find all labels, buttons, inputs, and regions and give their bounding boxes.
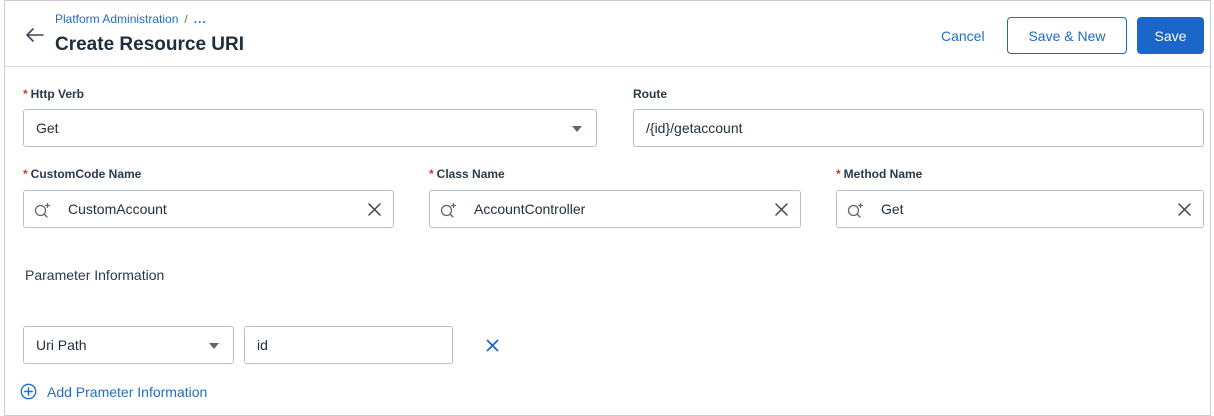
method-name-label-text: Method Name (843, 167, 923, 181)
required-marker: * (23, 87, 28, 101)
http-verb-label: * Http Verb (23, 87, 84, 101)
clear-icon[interactable] (368, 203, 381, 216)
class-name-label-text: Class Name (436, 167, 505, 181)
required-marker: * (429, 167, 434, 181)
cancel-button[interactable]: Cancel (941, 28, 985, 44)
method-name-label: * Method Name (836, 167, 922, 181)
save-and-new-button[interactable]: Save & New (1007, 17, 1127, 54)
save-button[interactable]: Save (1137, 17, 1204, 54)
route-label: Route (633, 87, 667, 101)
clear-icon[interactable] (1178, 203, 1191, 216)
customcode-name-label: * CustomCode Name (23, 167, 141, 181)
parameter-name-value: id (257, 337, 268, 353)
http-verb-value: Get (36, 120, 59, 136)
required-marker: * (23, 167, 28, 181)
clear-icon[interactable] (775, 203, 788, 216)
parameter-type-select[interactable]: Uri Path (23, 326, 234, 364)
parameter-type-value: Uri Path (36, 337, 87, 353)
page-header: Platform Administration / ... Create Res… (5, 1, 1210, 67)
create-resource-uri-panel: Platform Administration / ... Create Res… (4, 0, 1211, 416)
page-title: Create Resource URI (55, 34, 245, 55)
parameter-information-heading: Parameter Information (25, 267, 165, 283)
lookup-search-icon (440, 203, 456, 218)
dropdown-caret-icon (572, 126, 582, 132)
route-input[interactable]: /{id}/getaccount (633, 109, 1204, 147)
class-name-label: * Class Name (429, 167, 505, 181)
breadcrumb: Platform Administration / ... (55, 12, 207, 26)
customcode-name-lookup[interactable]: CustomAccount (23, 190, 394, 228)
method-name-lookup[interactable]: Get (836, 190, 1204, 228)
add-parameter-link[interactable]: Add Prameter Information (20, 383, 207, 400)
add-parameter-label: Add Prameter Information (47, 383, 208, 400)
back-arrow-icon[interactable] (25, 27, 45, 43)
parameter-name-input[interactable]: id (244, 326, 453, 364)
breadcrumb-separator: / (184, 12, 188, 26)
dropdown-caret-icon (209, 343, 219, 349)
method-name-value: Get (881, 201, 904, 217)
customcode-name-label-text: CustomCode Name (30, 167, 142, 181)
add-circle-icon (20, 383, 37, 400)
remove-parameter-icon[interactable] (486, 339, 499, 352)
lookup-search-icon (847, 203, 863, 218)
http-verb-select[interactable]: Get (23, 109, 597, 147)
required-marker: * (836, 167, 841, 181)
route-value: /{id}/getaccount (646, 120, 743, 136)
lookup-search-icon (34, 203, 50, 218)
http-verb-label-text: Http Verb (30, 87, 85, 101)
breadcrumb-more-button[interactable]: ... (194, 12, 207, 26)
customcode-name-value: CustomAccount (68, 201, 167, 217)
breadcrumb-platform-administration[interactable]: Platform Administration (55, 12, 178, 26)
class-name-lookup[interactable]: AccountController (429, 190, 801, 228)
class-name-value: AccountController (474, 201, 586, 217)
